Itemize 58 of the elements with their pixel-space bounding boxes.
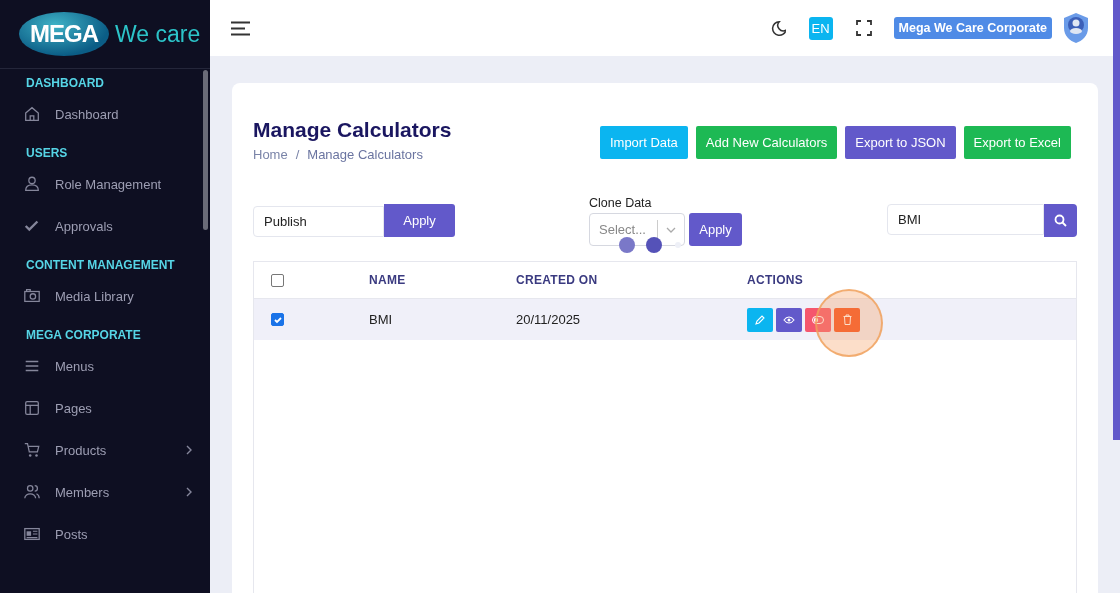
search-button[interactable] xyxy=(1044,204,1077,237)
layout-icon xyxy=(23,399,41,417)
sidebar-item[interactable]: Pages xyxy=(23,398,193,418)
chevron-right-icon xyxy=(185,445,193,455)
sidebar-item[interactable]: Media Library xyxy=(23,286,193,306)
fullscreen-icon[interactable] xyxy=(855,20,872,36)
column-header: ACTIONS xyxy=(747,273,805,287)
edit-button[interactable] xyxy=(747,307,773,332)
sidebar-item[interactable]: Role Management xyxy=(23,174,193,194)
section-heading: DASHBOARD xyxy=(26,76,104,92)
table-cell-text: 20/11/2025 xyxy=(516,312,582,327)
people-icon xyxy=(23,483,41,501)
page-title: Manage Calculators xyxy=(253,118,452,142)
breadcrumb-current: Manage Calculators xyxy=(307,147,423,162)
toggle-button[interactable] xyxy=(805,307,831,332)
view-button[interactable] xyxy=(776,307,802,332)
logo-text: We care xyxy=(115,20,201,48)
search-field[interactable]: BMI xyxy=(887,204,1044,235)
logo-badge: MEGA xyxy=(19,12,109,56)
checkmark-icon xyxy=(272,314,283,325)
section-heading: CONTENT MANAGEMENT xyxy=(26,258,175,274)
sidebar-item[interactable]: Products xyxy=(23,440,193,460)
field-label: Clone Data xyxy=(589,196,653,210)
page-scrollbar[interactable] xyxy=(1113,0,1120,440)
table-cell-text: BMI xyxy=(369,312,394,327)
breadcrumb-link[interactable]: Home xyxy=(253,147,288,162)
breadcrumb-separator: / xyxy=(295,147,300,162)
sidebar-item[interactable]: Approvals xyxy=(23,216,193,236)
menu-icon[interactable] xyxy=(231,20,250,36)
sidebar-item[interactable]: Members xyxy=(23,482,193,502)
sidebar-item[interactable]: Posts xyxy=(23,524,193,544)
newspaper-icon xyxy=(23,525,41,543)
cart-icon xyxy=(23,441,41,459)
user-shield-icon[interactable] xyxy=(1062,12,1090,44)
trash-icon xyxy=(842,314,852,325)
eye-icon xyxy=(783,315,795,324)
table-row[interactable]: BMI 20/11/2025 xyxy=(254,299,1076,340)
column-header: NAME xyxy=(369,273,407,287)
search-icon xyxy=(1054,214,1067,227)
chevron-down-icon xyxy=(666,226,676,233)
pencil-icon xyxy=(755,314,765,325)
sidebar-item[interactable]: Menus xyxy=(23,356,193,376)
action-button[interactable]: Export to JSON xyxy=(845,126,956,159)
section-heading: USERS xyxy=(26,146,68,162)
chevron-right-icon xyxy=(185,487,193,497)
apply-button[interactable]: Apply xyxy=(384,204,455,237)
status-dropdown[interactable]: Publish xyxy=(253,206,384,237)
sidebar-item[interactable]: Dashboard xyxy=(23,104,193,124)
select-all-checkbox[interactable] xyxy=(271,273,284,287)
toggle-icon xyxy=(812,315,824,324)
camera-icon xyxy=(23,287,41,305)
column-header: CREATED ON xyxy=(516,273,599,287)
row-checkbox[interactable] xyxy=(271,313,284,326)
scrollbar[interactable] xyxy=(203,70,208,230)
section-heading: MEGA CORPORATE xyxy=(26,328,141,344)
house-icon xyxy=(23,105,41,123)
apply-button[interactable]: Apply xyxy=(689,213,742,246)
person-icon xyxy=(23,175,41,193)
